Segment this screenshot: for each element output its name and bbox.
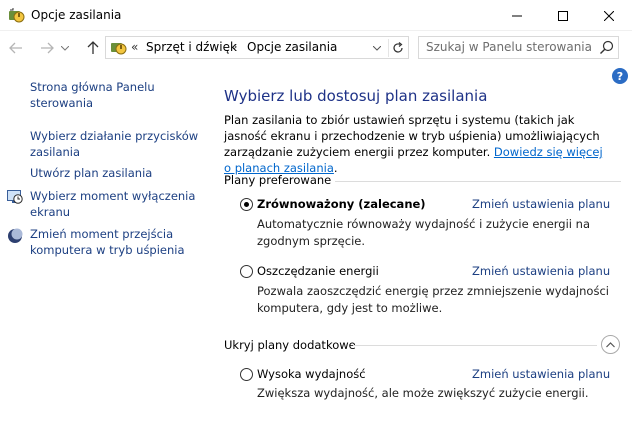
plan-desc-high-performance: Zwiększa wydajność, ale może zwiększyć z… xyxy=(257,386,589,400)
group-header-preferred: Plany preferowane xyxy=(224,173,332,187)
breadcrumb-overflow[interactable]: « xyxy=(131,40,138,54)
plan-name-power-saver[interactable]: Oszczędzanie energii xyxy=(257,264,379,278)
search-placeholder: Szukaj w Panelu sterowania xyxy=(426,40,592,54)
navigation-bar: « Sprzęt i dźwięk › Opcje zasilania Szuk… xyxy=(0,31,632,65)
search-input[interactable]: Szukaj w Panelu sterowania xyxy=(418,36,619,59)
arrow-right-icon xyxy=(41,42,54,54)
divider xyxy=(335,181,621,182)
sidebar-item-power-buttons[interactable]: Wybierz działanie przycisków zasilania xyxy=(30,128,200,160)
power-options-icon xyxy=(110,39,127,56)
breadcrumb-separator[interactable]: › xyxy=(233,40,237,53)
arrow-left-icon xyxy=(9,42,22,54)
arrow-up-icon xyxy=(87,41,99,54)
collapse-button[interactable] xyxy=(601,335,620,354)
change-plan-settings-link-high-performance[interactable]: Zmień ustawienia planu xyxy=(472,367,610,381)
group-header-additional[interactable]: Ukryj plany dodatkowe xyxy=(224,338,356,352)
minimize-icon xyxy=(512,15,522,16)
maximize-button[interactable] xyxy=(540,0,586,31)
moon-icon xyxy=(7,228,23,244)
forward-button[interactable] xyxy=(37,39,57,57)
plan-radio-high-performance[interactable] xyxy=(240,368,253,381)
plan-desc-power-saver: Pozwala zaoszczędzić energię przez zmnie… xyxy=(257,284,609,315)
divider xyxy=(353,345,597,346)
page-title: Wybierz lub dostosuj plan zasilania xyxy=(224,87,488,105)
sidebar-item-display-off[interactable]: Wybierz moment wyłączenia ekranu xyxy=(30,188,200,220)
sidebar-item-control-panel-home[interactable]: Strona główna Panelu sterowania xyxy=(30,79,200,111)
window-title: Opcje zasilania xyxy=(31,8,122,22)
search-icon[interactable] xyxy=(599,40,614,55)
plan-radio-balanced[interactable] xyxy=(240,198,253,211)
address-dropdown-button[interactable] xyxy=(370,40,384,56)
minimize-button[interactable] xyxy=(494,0,540,31)
chevron-up-icon xyxy=(606,341,615,347)
address-bar[interactable]: « Sprzęt i dźwięk › Opcje zasilania xyxy=(105,36,409,59)
close-icon xyxy=(604,10,614,21)
change-plan-settings-link-power-saver[interactable]: Zmień ustawienia planu xyxy=(472,264,610,278)
refresh-icon xyxy=(392,42,403,53)
breadcrumb-item-hardware-sound[interactable]: Sprzęt i dźwięk xyxy=(146,40,237,54)
close-button[interactable] xyxy=(586,0,632,31)
plan-radio-power-saver[interactable] xyxy=(240,265,253,278)
chevron-down-icon xyxy=(373,45,381,51)
breadcrumb-item-power-options[interactable]: Opcje zasilania xyxy=(247,40,337,54)
refresh-button[interactable] xyxy=(388,39,406,57)
title-bar: Opcje zasilania xyxy=(0,0,632,31)
power-options-icon xyxy=(8,7,25,24)
page-description: Plan zasilania to zbiór ustawień sprzętu… xyxy=(224,112,604,176)
up-button[interactable] xyxy=(83,39,103,57)
monitor-clock-icon xyxy=(7,189,23,205)
plan-name-high-performance[interactable]: Wysoka wydajność xyxy=(257,367,366,381)
help-button[interactable]: ? xyxy=(612,68,628,84)
plan-name-balanced[interactable]: Zrównoważony (zalecane) xyxy=(257,197,426,211)
description-end: . xyxy=(333,161,338,175)
sidebar-item-sleep[interactable]: Zmień moment przejścia komputera w tryb … xyxy=(30,226,200,258)
plan-desc-balanced: Automatycznie równoważy wydajność i zuży… xyxy=(257,217,590,248)
change-plan-settings-link-balanced[interactable]: Zmień ustawienia planu xyxy=(472,197,610,211)
recent-locations-button[interactable] xyxy=(59,39,71,57)
maximize-icon xyxy=(558,10,568,21)
back-button[interactable] xyxy=(6,39,26,57)
sidebar-item-create-plan[interactable]: Utwórz plan zasilania xyxy=(30,165,200,181)
chevron-down-icon xyxy=(61,45,69,51)
